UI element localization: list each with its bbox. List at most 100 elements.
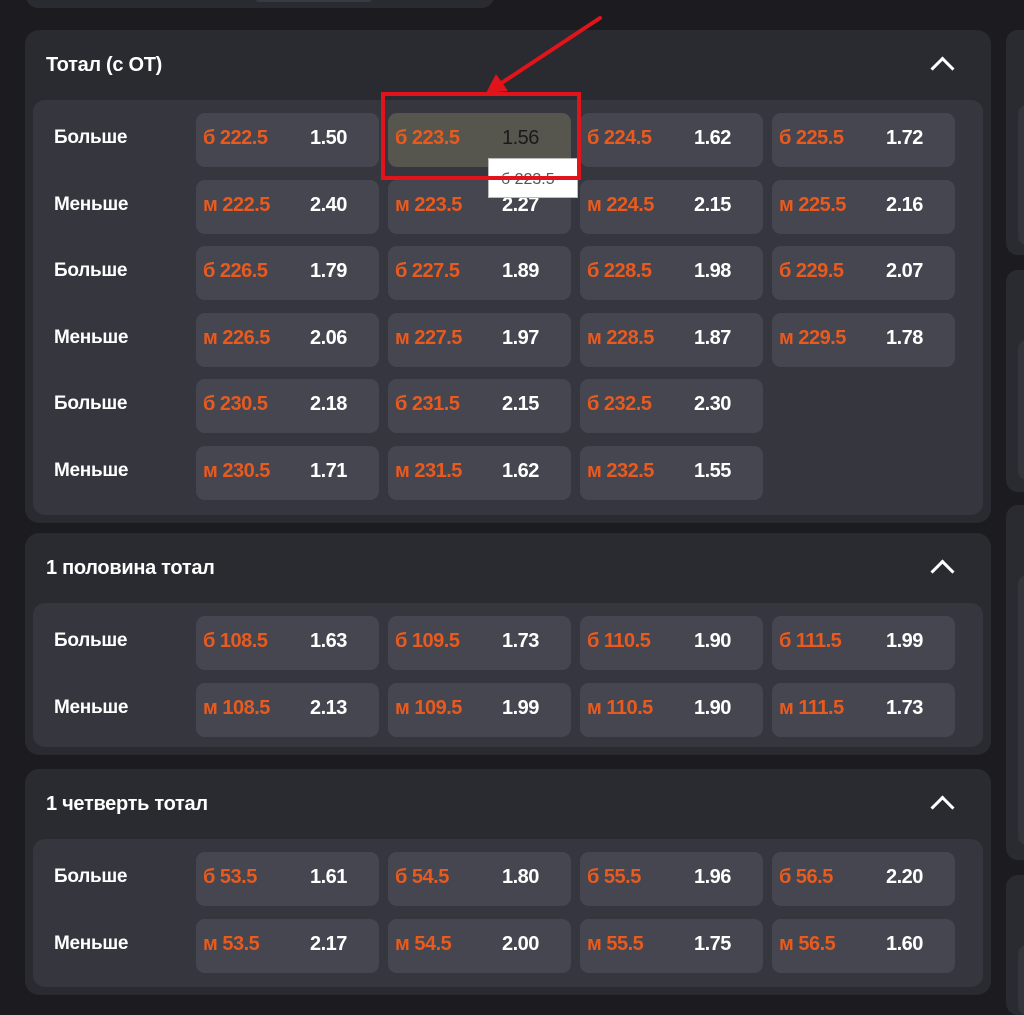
odds-button[interactable]: м 225.5 2.16 bbox=[772, 180, 955, 234]
odds-button[interactable]: м 55.5 1.75 bbox=[580, 919, 763, 973]
odds-button[interactable]: б 108.5 1.63 bbox=[196, 616, 379, 670]
odds-value: 2.07 bbox=[886, 260, 923, 282]
line-value: м 227.5 bbox=[395, 327, 462, 349]
odds-value: 2.17 bbox=[310, 933, 347, 955]
odds-button[interactable]: б 231.5 2.15 bbox=[388, 379, 571, 433]
odds-value: 2.00 bbox=[502, 933, 539, 955]
chevron-up-icon[interactable] bbox=[930, 795, 955, 820]
line-value: б 223.5 bbox=[395, 127, 460, 149]
odds-value: 1.75 bbox=[694, 933, 731, 955]
line-value: м 231.5 bbox=[395, 460, 462, 482]
odds-button[interactable]: б 56.5 2.20 bbox=[772, 852, 955, 906]
odds-value: 1.55 bbox=[694, 460, 731, 482]
odds-button[interactable]: м 229.5 1.78 bbox=[772, 313, 955, 367]
row-label: Больше bbox=[54, 866, 128, 887]
line-value: б 53.5 bbox=[203, 866, 257, 888]
line-value: б 54.5 bbox=[395, 866, 449, 888]
odds-value: 2.13 bbox=[310, 697, 347, 719]
odds-button[interactable]: м 230.5 1.71 bbox=[196, 446, 379, 500]
odds-value: 2.15 bbox=[694, 194, 731, 216]
odds-button[interactable]: б 111.5 1.99 bbox=[772, 616, 955, 670]
odds-button[interactable]: б 54.5 1.80 bbox=[388, 852, 571, 906]
odds-button[interactable]: м 232.5 1.55 bbox=[580, 446, 763, 500]
odds-button[interactable]: м 54.5 2.00 bbox=[388, 919, 571, 973]
market-quarter-total: 1 четверть тотал Больше б 53.5 1.61 б 54.… bbox=[25, 769, 991, 995]
line-value: м 54.5 bbox=[395, 933, 452, 955]
line-value: м 223.5 bbox=[395, 194, 462, 216]
row-label: Больше bbox=[54, 393, 128, 414]
odds-button[interactable]: б 225.5 1.72 bbox=[772, 113, 955, 167]
odds-value: 1.56 bbox=[502, 127, 539, 149]
odds-button[interactable]: б 109.5 1.73 bbox=[388, 616, 571, 670]
odds-button[interactable]: б 53.5 1.61 bbox=[196, 852, 379, 906]
market-title: 1 четверть тотал bbox=[46, 793, 208, 815]
odds-value: 1.61 bbox=[310, 866, 347, 888]
market-half-total: 1 половина тотал Больше б 108.5 1.63 б 10… bbox=[25, 533, 991, 755]
hover-tooltip: б 223.5 bbox=[488, 158, 578, 198]
row-label: Меньше bbox=[54, 933, 129, 954]
row-label: Меньше bbox=[54, 327, 129, 348]
line-value: б 231.5 bbox=[395, 393, 460, 415]
odds-grid: Больше б 108.5 1.63 б 109.5 1.73 б 110.5 1.… bbox=[33, 603, 983, 747]
chevron-up-icon[interactable] bbox=[930, 559, 955, 584]
odds-button[interactable]: б 230.5 2.18 bbox=[196, 379, 379, 433]
odds-button[interactable]: м 228.5 1.87 bbox=[580, 313, 763, 367]
line-value: м 111.5 bbox=[779, 697, 844, 719]
odds-button[interactable]: м 227.5 1.97 bbox=[388, 313, 571, 367]
odds-button[interactable]: б 224.5 1.62 bbox=[580, 113, 763, 167]
odds-grid: Больше б 53.5 1.61 б 54.5 1.80 б 55.5 1.96 … bbox=[33, 839, 983, 987]
previous-market-panel bbox=[26, 0, 494, 8]
row-label: Меньше bbox=[54, 194, 129, 215]
odds-value: 1.71 bbox=[310, 460, 347, 482]
side-panel bbox=[1006, 505, 1024, 860]
line-value: м 110.5 bbox=[587, 697, 653, 719]
line-value: м 230.5 bbox=[203, 460, 270, 482]
odds-button[interactable]: м 109.5 1.99 bbox=[388, 683, 571, 737]
odds-button[interactable]: м 108.5 2.13 bbox=[196, 683, 379, 737]
line-value: б 228.5 bbox=[587, 260, 652, 282]
odds-value: 1.73 bbox=[502, 630, 539, 652]
odds-button[interactable]: м 231.5 1.62 bbox=[388, 446, 571, 500]
line-value: б 222.5 bbox=[203, 127, 268, 149]
line-value: б 226.5 bbox=[203, 260, 268, 282]
chevron-up-icon[interactable] bbox=[930, 56, 955, 81]
odds-value: 1.79 bbox=[310, 260, 347, 282]
line-value: б 232.5 bbox=[587, 393, 652, 415]
line-value: м 228.5 bbox=[587, 327, 654, 349]
odds-button[interactable]: м 110.5 1.90 bbox=[580, 683, 763, 737]
odds-button[interactable]: б 227.5 1.89 bbox=[388, 246, 571, 300]
line-value: м 108.5 bbox=[203, 697, 270, 719]
odds-value: 1.60 bbox=[886, 933, 923, 955]
odds-value: 1.97 bbox=[502, 327, 539, 349]
odds-button[interactable]: б 222.5 1.50 bbox=[196, 113, 379, 167]
odds-button[interactable]: м 224.5 2.15 bbox=[580, 180, 763, 234]
line-value: м 229.5 bbox=[779, 327, 846, 349]
odds-button[interactable]: б 110.5 1.90 bbox=[580, 616, 763, 670]
line-value: б 111.5 bbox=[779, 630, 842, 652]
line-value: м 55.5 bbox=[587, 933, 644, 955]
line-value: б 230.5 bbox=[203, 393, 268, 415]
line-value: м 232.5 bbox=[587, 460, 654, 482]
odds-button[interactable]: м 222.5 2.40 bbox=[196, 180, 379, 234]
odds-button[interactable]: м 111.5 1.73 bbox=[772, 683, 955, 737]
line-value: б 109.5 bbox=[395, 630, 460, 652]
odds-button[interactable]: б 228.5 1.98 bbox=[580, 246, 763, 300]
side-panel bbox=[1006, 30, 1024, 255]
odds-button[interactable]: м 226.5 2.06 bbox=[196, 313, 379, 367]
row-label: Больше bbox=[54, 260, 128, 281]
odds-value: 1.72 bbox=[886, 127, 923, 149]
odds-value: 2.20 bbox=[886, 866, 923, 888]
odds-value: 1.90 bbox=[694, 630, 731, 652]
odds-value: 2.30 bbox=[694, 393, 731, 415]
odds-button[interactable]: б 229.5 2.07 bbox=[772, 246, 955, 300]
odds-button[interactable]: б 232.5 2.30 bbox=[580, 379, 763, 433]
line-value: б 224.5 bbox=[587, 127, 652, 149]
odds-value: 1.78 bbox=[886, 327, 923, 349]
odds-button[interactable]: б 55.5 1.96 bbox=[580, 852, 763, 906]
odds-button[interactable]: м 53.5 2.17 bbox=[196, 919, 379, 973]
row-label: Меньше bbox=[54, 460, 129, 481]
odds-button[interactable]: б 226.5 1.79 bbox=[196, 246, 379, 300]
line-value: м 56.5 bbox=[779, 933, 836, 955]
odds-button[interactable]: м 56.5 1.60 bbox=[772, 919, 955, 973]
market-title: Тотал (с ОТ) bbox=[46, 54, 163, 76]
